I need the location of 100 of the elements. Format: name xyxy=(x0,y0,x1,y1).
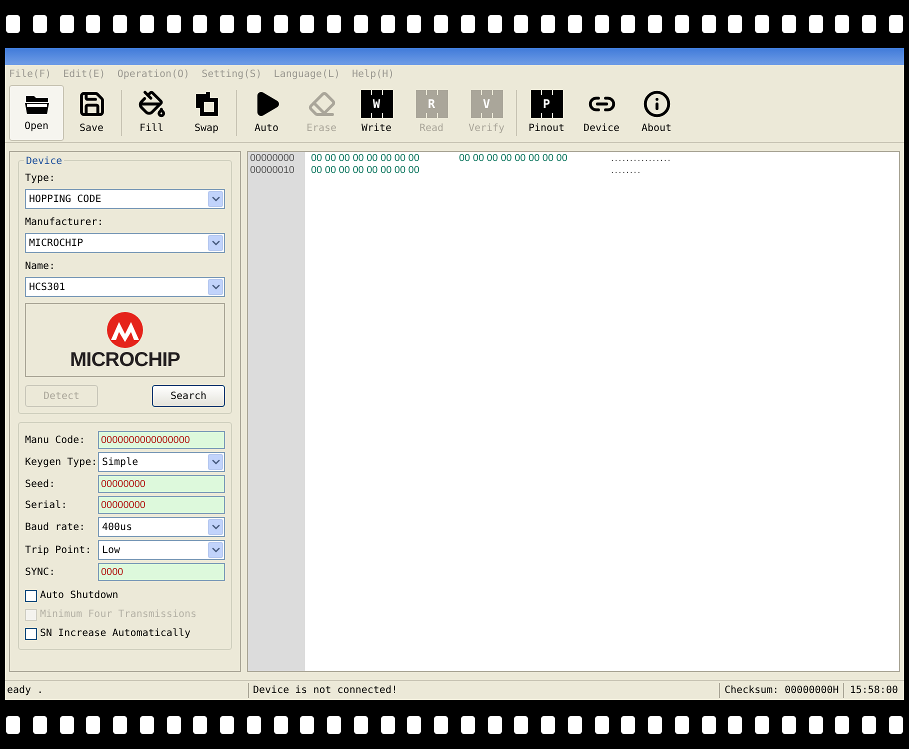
hex-bytes: 00 00 00 00 00 00 00 00 xyxy=(311,165,420,177)
film-hole xyxy=(541,15,555,33)
film-hole xyxy=(862,15,876,33)
film-hole xyxy=(380,716,394,734)
film-hole xyxy=(140,716,154,734)
toolbar-button[interactable]: About xyxy=(629,84,684,140)
toolbar-button[interactable]: Open xyxy=(9,84,64,140)
chip-label: R xyxy=(416,90,448,118)
film-hole xyxy=(354,15,368,33)
dropdown[interactable]: Simple xyxy=(98,452,225,472)
film-hole xyxy=(835,716,850,734)
film-hole xyxy=(702,716,716,734)
logo-text: MICROCHIP xyxy=(70,350,180,370)
toolbar-button[interactable]: Fill xyxy=(124,84,179,140)
film-hole xyxy=(32,716,47,734)
ascii-text: ................ xyxy=(611,153,672,165)
field-label: Seed: xyxy=(25,478,56,492)
toolbar-button[interactable]: Swap xyxy=(179,84,234,140)
field-label: Serial: xyxy=(25,498,68,512)
checkbox[interactable] xyxy=(25,590,37,602)
film-hole xyxy=(702,15,716,33)
field-label: Manu Code: xyxy=(25,434,86,448)
toolbar-button[interactable]: Save xyxy=(64,84,119,140)
film-hole xyxy=(86,716,100,734)
film-hole xyxy=(674,15,689,33)
address-text: 00000010 xyxy=(250,165,296,177)
chip-label: P xyxy=(530,90,562,118)
action-button[interactable]: Search xyxy=(152,385,225,407)
toolbar-button[interactable]: W Write xyxy=(349,84,404,140)
film-hole xyxy=(327,716,341,734)
film-hole xyxy=(113,716,127,734)
film-hole xyxy=(434,716,448,734)
film-hole xyxy=(300,716,314,734)
field-label: SYNC: xyxy=(25,566,56,580)
film-hole xyxy=(835,15,850,33)
paint-bucket-icon xyxy=(138,90,166,118)
dropdown[interactable]: Low xyxy=(98,540,225,560)
dropdown[interactable]: HCS301 xyxy=(25,277,225,297)
film-hole xyxy=(594,716,608,734)
film-hole xyxy=(568,15,582,33)
film-hole xyxy=(648,716,662,734)
film-hole xyxy=(220,716,234,734)
film-hole xyxy=(460,716,475,734)
checkbox[interactable] xyxy=(25,628,37,640)
field-label: Trip Point: xyxy=(25,544,92,558)
film-hole xyxy=(488,15,502,33)
film-hole xyxy=(568,716,582,734)
dropdown[interactable]: MICROCHIP xyxy=(25,233,225,253)
film-hole xyxy=(6,15,20,33)
film-hole xyxy=(755,716,769,734)
toolbar-button[interactable]: P Pinout xyxy=(519,84,574,140)
field-label: Baud rate: xyxy=(25,520,86,534)
film-hole xyxy=(862,716,876,734)
film-hole xyxy=(888,716,903,734)
film-hole xyxy=(274,716,288,734)
film-hole xyxy=(621,716,636,734)
film-hole xyxy=(140,15,154,33)
field-label: Name: xyxy=(25,260,56,274)
film-hole xyxy=(274,15,288,33)
input-field[interactable]: 00000000 xyxy=(98,475,225,493)
film-hole xyxy=(434,15,448,33)
film-hole xyxy=(514,15,528,33)
dropdown[interactable]: HOPPING CODE xyxy=(25,189,225,209)
film-hole xyxy=(460,15,475,33)
film-hole xyxy=(193,15,208,33)
film-hole xyxy=(407,716,422,734)
input-field[interactable]: 0000 xyxy=(98,563,225,581)
address-text: 00000000 xyxy=(250,153,296,165)
input-field[interactable]: 00000000 xyxy=(98,496,225,514)
film-hole xyxy=(246,716,261,734)
status-message: eady . xyxy=(5,683,249,698)
film-hole xyxy=(407,15,422,33)
dropdown[interactable]: 400us xyxy=(98,517,225,537)
film-hole xyxy=(32,15,47,33)
toolbar-button[interactable]: Auto xyxy=(239,84,294,140)
input-field[interactable]: 0000000000000000 xyxy=(98,431,225,449)
film-hole xyxy=(86,15,100,33)
ascii-text: ........ xyxy=(611,165,642,177)
field-label: Manufacturer: xyxy=(25,216,104,230)
checkbox-label: Auto Shutdown xyxy=(40,589,118,603)
chip-label: V xyxy=(470,90,502,118)
film-hole xyxy=(782,15,796,33)
chip-label: W xyxy=(360,90,392,118)
film-hole xyxy=(300,15,314,33)
film-hole xyxy=(166,15,180,33)
film-hole xyxy=(60,15,74,33)
film-hole xyxy=(728,15,742,33)
film-hole xyxy=(220,15,234,33)
film-hole xyxy=(674,716,689,734)
eraser-icon xyxy=(308,90,336,118)
field-label: Type: xyxy=(25,172,56,186)
field-label: Keygen Type: xyxy=(25,456,98,470)
checkbox-label: SN Increase Automatically xyxy=(40,627,191,641)
film-hole xyxy=(648,15,662,33)
film-hole xyxy=(60,716,74,734)
toolbar-button[interactable]: Device xyxy=(574,84,629,140)
film-hole xyxy=(514,716,528,734)
film-hole xyxy=(6,716,20,734)
logo-mark-icon xyxy=(105,310,145,348)
film-hole xyxy=(166,716,180,734)
